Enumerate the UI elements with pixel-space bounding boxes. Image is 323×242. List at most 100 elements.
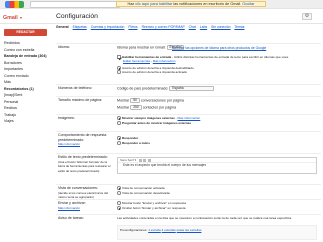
tab-labels[interactable]: Etiquetas <box>73 25 87 29</box>
compose-button[interactable]: REDACTAR <box>4 29 47 36</box>
images-label: Imágenes: <box>58 116 75 120</box>
header-divider <box>0 23 323 24</box>
conv-per-page-text: conversaciones por página <box>140 98 184 103</box>
phone-row: Código de país predeterminado: España <box>117 86 215 91</box>
contacts-per-page-text: contactos por página <box>142 105 177 110</box>
edit-tools-link[interactable]: Editar herramientas <box>123 59 150 63</box>
page-size-label: Tamaño máximo de página: <box>58 98 103 102</box>
reply-label: Comportamiento de respuesta predetermina… <box>58 133 112 147</box>
row-divider <box>56 214 321 215</box>
conv-view-off-radio[interactable] <box>117 191 121 195</box>
row-divider <box>56 43 321 44</box>
tab-themes[interactable]: Temas <box>234 25 244 29</box>
images-ask-radio[interactable] <box>117 121 121 125</box>
app-name-label: Gmail <box>3 15 18 21</box>
conv-per-page-row: Mostrar 50 conversaciones por página <box>117 98 184 103</box>
images-option-1: Mostrar siempre imágenes externas - Más … <box>117 116 200 120</box>
send-archive-hide-radio[interactable] <box>117 206 121 210</box>
send-archive-title: Enviar y archivar: <box>58 201 86 205</box>
tab-filters[interactable]: Filtros <box>128 25 137 29</box>
text-style-title: Estilo de texto predeterminado: <box>58 155 108 159</box>
tab-forwarding[interactable]: Reenvío y correo POP/IMAP <box>142 25 185 29</box>
tab-accounts[interactable]: Cuentas y importación <box>91 25 125 29</box>
contacts-per-page-select[interactable]: 250 <box>130 105 142 110</box>
rtl-option-2: Asunto de edición derecha a izquierda ac… <box>117 70 187 74</box>
settings-tabs: General Etiquetas Cuentas y importación … <box>56 25 321 30</box>
send-archive-option-1: Mostrar botón "Enviar y archivar" en res… <box>117 201 186 205</box>
conversation-view-title: Vista de conversaciones: <box>58 186 98 190</box>
row-divider <box>56 184 321 185</box>
sidebar-item[interactable]: Bandeja de entrada (304) <box>4 53 54 60</box>
four-stars-link[interactable]: 4 estrellas <box>162 228 176 232</box>
country-select[interactable]: España <box>169 86 215 91</box>
images-always-label: Mostrar siempre imágenes externas <box>122 116 175 120</box>
search-input[interactable] <box>30 1 120 8</box>
conv-view-option-2: Vista de conversación desactivada <box>117 191 170 195</box>
stars-presets: Preconfiguraciones: 1 estrella 4 estrell… <box>120 228 201 232</box>
row-divider <box>56 153 321 154</box>
stars-label: Aviso de tareas: <box>58 216 84 220</box>
text-style-editor[interactable]: Sans Serif ▾ Este es el aspecto que tend… <box>117 157 317 174</box>
images-always-radio[interactable] <box>117 116 121 120</box>
font-select[interactable]: Sans Serif <box>120 158 134 162</box>
rtl-on-label: Asunto de edición derecha a izquierda ac… <box>122 70 188 74</box>
tab-general[interactable]: General <box>56 25 69 29</box>
tab-offline[interactable]: Sin conexión <box>211 25 230 29</box>
conv-view-on-radio[interactable] <box>117 186 121 190</box>
google-logo[interactable] <box>5 1 24 8</box>
send-archive-more-link[interactable]: Más información <box>58 206 112 211</box>
show-label: Mostrar <box>117 105 130 110</box>
presets-label: Preconfiguraciones: <box>120 228 148 232</box>
all-stars-link[interactable]: todas las estrellas <box>177 228 202 232</box>
show-label: Mostrar <box>117 98 130 103</box>
row-divider <box>56 131 321 132</box>
notification-dismiss-link[interactable]: Ocultar <box>242 2 254 6</box>
text-color-icon[interactable] <box>143 158 147 162</box>
tab-labs[interactable]: Labs <box>200 25 207 29</box>
top-bar: Haz clic aquí para habilitar las notific… <box>0 0 323 9</box>
gear-icon[interactable]: ⚙ <box>302 13 312 20</box>
row-divider <box>56 84 321 85</box>
page-title: Configuración <box>56 13 98 20</box>
phone-label: Números de teléfono: <box>58 86 93 90</box>
app-switcher[interactable]: Gmail ▼ <box>3 15 23 21</box>
one-star-link[interactable]: 1 estrella <box>148 228 161 232</box>
stars-box: Preconfiguraciones: 1 estrella 4 estrell… <box>117 225 317 240</box>
sidebar-nav: Recibidos Correo con estrella Bandeja de… <box>4 40 54 125</box>
send-archive-show-radio[interactable] <box>117 201 121 205</box>
chevron-down-icon: ▼ <box>19 16 23 20</box>
conv-view-option-1: Vista de conversación activada <box>117 186 165 190</box>
send-archive-show-label: Mostrar botón "Enviar y archivar" en res… <box>122 201 186 205</box>
change-language-link[interactable]: Cambiar las opciones de idioma para otro… <box>172 46 266 50</box>
reply-radio[interactable] <box>117 136 121 140</box>
reply-label-text: Comportamiento de respuesta predetermina… <box>58 133 107 142</box>
text-style-sub: (Usa el botón 'Eliminar formato' de la b… <box>58 159 111 173</box>
enable-notifications-link[interactable]: clic aquí para habilitar <box>135 2 172 6</box>
tab-chat[interactable]: Chat <box>189 25 196 29</box>
send-archive-hide-label: Ocultar botón "Enviar y archivar" en res… <box>122 206 186 210</box>
reply-all-radio[interactable] <box>117 141 121 145</box>
send-archive-option-2: Ocultar botón "Enviar y archivar" en res… <box>117 206 185 210</box>
rtl-on-radio[interactable] <box>117 70 121 74</box>
phone-text: Código de país predeterminado: <box>117 86 169 91</box>
reply-option-1: Responder <box>117 136 138 140</box>
language-text: Idioma para mostrar en Gmail: <box>117 45 166 50</box>
remove-format-icon[interactable] <box>147 158 151 162</box>
sidebar-item[interactable]: Viajes <box>4 118 54 125</box>
images-ask-label: Preguntar antes de mostrar imágenes exte… <box>122 121 192 125</box>
row-divider <box>56 96 321 97</box>
text-size-icon[interactable] <box>138 158 142 162</box>
input-tools-links: Editar herramientas - Más información <box>123 59 176 63</box>
reply-option-2: Responder a todos <box>117 141 150 145</box>
input-tools-checkbox[interactable] <box>117 55 121 59</box>
more-info-link[interactable]: Más información <box>153 59 176 63</box>
conv-per-page-select[interactable]: 50 <box>130 98 140 103</box>
text-style-label: Estilo de texto predeterminado: (Usa el … <box>58 155 112 173</box>
language-label: Idioma: <box>58 45 70 49</box>
images-more-link[interactable]: Más información <box>178 116 201 120</box>
input-tools-desc: - Utiliza distintas herramientas de entr… <box>172 55 289 59</box>
conversation-view-label: Vista de conversaciones: (decide si los … <box>58 186 112 200</box>
notification-prefix: Haz <box>127 2 135 6</box>
reply-more-link[interactable]: Más información <box>58 142 112 147</box>
reply-label-2: Responder a todos <box>122 141 151 145</box>
